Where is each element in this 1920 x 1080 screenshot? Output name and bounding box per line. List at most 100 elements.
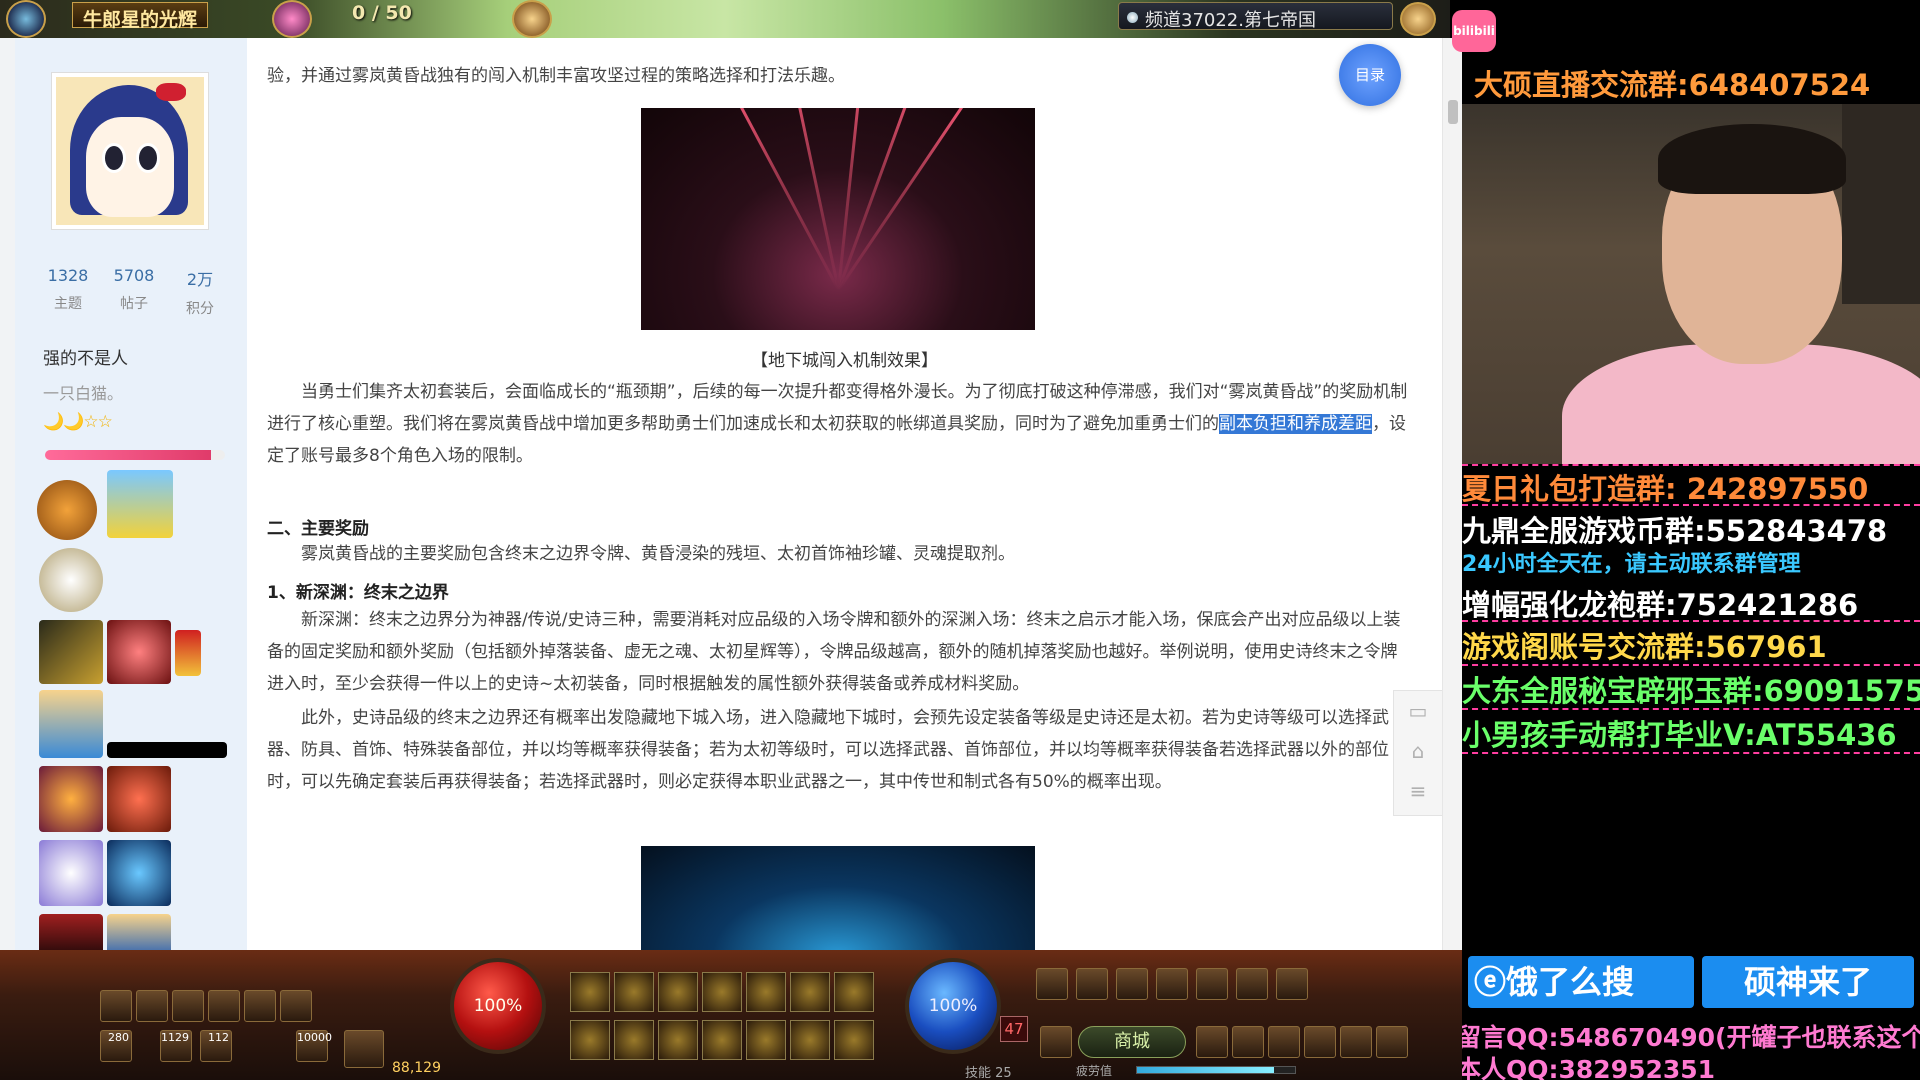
user-stats: 1328 主题 5708 帖子 2万 积分 <box>35 266 235 318</box>
skill-slot-icon[interactable] <box>790 1020 830 1060</box>
avatar[interactable] <box>51 72 209 230</box>
skill-slot-icon[interactable] <box>570 1020 610 1060</box>
character-medal-icon[interactable] <box>39 690 103 758</box>
creator-medal-icon[interactable] <box>39 548 103 612</box>
light-medal-icon[interactable] <box>39 840 103 906</box>
star-emblem-icon[interactable] <box>272 0 312 38</box>
table-of-contents-button[interactable]: 目录 <box>1339 44 1401 106</box>
list-icon[interactable]: ≡ <box>1394 771 1442 811</box>
stat-label: 主题 <box>54 296 82 312</box>
skill-slot-icon[interactable] <box>570 972 610 1012</box>
red-medal-icon[interactable] <box>39 914 103 950</box>
page-scrollbar[interactable] <box>1442 38 1462 950</box>
username[interactable]: 强的不是人 <box>43 344 128 369</box>
buff-slot-icon[interactable] <box>208 990 240 1022</box>
event-flower-icon[interactable] <box>1276 968 1308 1000</box>
buff-slot-icon[interactable] <box>100 990 132 1022</box>
17-anniversary-medal-icon[interactable] <box>107 470 173 538</box>
grid-menu-icon[interactable] <box>1196 1026 1228 1058</box>
heart-buff-icon[interactable] <box>244 990 276 1022</box>
channel-label: 频道37022.第七帝国 <box>1145 10 1316 31</box>
dungeon-icon[interactable] <box>1116 968 1148 1000</box>
skill-slot-icon[interactable] <box>658 1020 698 1060</box>
skill-slot-icon[interactable] <box>614 972 654 1012</box>
potion-slot-icon[interactable]: 280 <box>100 1030 132 1062</box>
buff-slot-icon[interactable] <box>280 990 312 1022</box>
weapon-medal-icon[interactable] <box>39 620 103 684</box>
ribbon-medal-icon[interactable] <box>175 630 201 676</box>
gear-icon[interactable] <box>1156 968 1188 1000</box>
abyss-paragraph: 新深渊：终末之边界分为神器/传说/史诗三种，需要消耗对应品级的入场令牌和额外的深… <box>267 610 1401 694</box>
stream-group-number: 大硕直播交流群:648407524 <box>1474 68 1871 102</box>
skill-slot-icon[interactable] <box>702 1020 742 1060</box>
girl-medal-icon[interactable] <box>107 620 171 684</box>
skill-slot-icon[interactable] <box>834 1020 874 1060</box>
rewards-paragraph: 雾岚黄昏战的主要奖励包含终末之边界令牌、黄昏浸染的残垣、太初首饰袖珍罐、灵魂提取… <box>267 544 1015 564</box>
scrollbar-thumb[interactable] <box>1448 100 1458 124</box>
mail-icon[interactable] <box>1076 968 1108 1000</box>
channel-indicator[interactable]: 频道37022.第七帝国 <box>1118 2 1393 31</box>
potion-slot-icon[interactable]: 1129 <box>160 1030 192 1062</box>
user-signature: 一只白猫。 <box>43 384 124 403</box>
settings-icon[interactable] <box>1376 1026 1408 1058</box>
medal-name-bar <box>107 742 227 758</box>
experience-bar-fill <box>45 450 211 460</box>
flame-medal-icon[interactable] <box>39 766 103 832</box>
inventory-icon[interactable] <box>1268 1026 1300 1058</box>
menu-icon[interactable] <box>1036 968 1068 1000</box>
fatigue-bar <box>1136 1066 1296 1074</box>
skill-slot-icon[interactable] <box>746 1020 786 1060</box>
skill-slot-icon[interactable] <box>658 972 698 1012</box>
hp-orb: 100% <box>450 958 546 1054</box>
stat-points[interactable]: 2万 积分 <box>167 266 233 318</box>
forum-page: 1328 主题 5708 帖子 2万 积分 强的不是人 一只白猫。 🌙🌙☆☆ 验… <box>0 38 1462 950</box>
skill-slot-icon[interactable] <box>746 972 786 1012</box>
monkey-medal-icon[interactable] <box>37 480 97 540</box>
skill-slot-icon[interactable] <box>790 972 830 1012</box>
section-heading-rewards: 二、主要奖励 <box>267 519 369 539</box>
item-slot-icon[interactable]: 10000 <box>296 1030 332 1062</box>
divider <box>1462 620 1920 622</box>
stat-number: 1328 <box>47 266 89 285</box>
settings-orb-icon[interactable] <box>1400 2 1436 36</box>
bell-icon[interactable] <box>1040 1026 1072 1058</box>
mall-button[interactable]: 商城 <box>1078 1026 1186 1058</box>
buff-slot-icon[interactable] <box>172 990 204 1022</box>
floating-toolbar: ▭ ⌂ ≡ <box>1393 690 1443 816</box>
guild-icon[interactable] <box>1340 1026 1372 1058</box>
skill-tree-icon[interactable] <box>1304 1026 1336 1058</box>
stat-posts[interactable]: 5708 帖子 <box>101 266 167 318</box>
stat-number: 2万 <box>186 270 214 289</box>
buff-slot-icon[interactable] <box>136 990 168 1022</box>
guild-emblem-icon[interactable] <box>6 0 46 38</box>
stat-topics[interactable]: 1328 主题 <box>35 266 101 318</box>
dungeon-intrusion-image[interactable] <box>641 108 1035 330</box>
blonde-medal-icon[interactable] <box>107 914 171 950</box>
mp-orb: 100% <box>905 958 1001 1054</box>
location-icon[interactable] <box>1236 968 1268 1000</box>
trophy-icon[interactable] <box>1196 968 1228 1000</box>
skill-slot-icon[interactable] <box>702 972 742 1012</box>
potion-slot-icon[interactable]: 112 <box>200 1030 232 1062</box>
experience-bar <box>45 450 225 460</box>
ice-medal-icon[interactable] <box>107 840 171 906</box>
event-icon[interactable] <box>512 0 552 38</box>
user-rank-moons: 🌙🌙☆☆ <box>43 412 113 432</box>
divider <box>1462 504 1920 506</box>
skill-slot-icon[interactable] <box>834 972 874 1012</box>
divider <box>1462 664 1920 666</box>
character-icon[interactable] <box>1232 1026 1264 1058</box>
abyss-image[interactable] <box>641 846 1035 950</box>
hidden-dungeon-paragraph: 此外，史诗品级的终末之边界还有概率出发隐藏地下城入场，进入隐藏地下城时，会预先设… <box>267 708 1389 792</box>
skill-slot-icon[interactable] <box>614 1020 654 1060</box>
image-caption: 【地下城闯入机制效果】 <box>751 351 938 371</box>
selected-text[interactable]: 副本负担和养成差距 <box>1219 414 1372 434</box>
minimap-icon[interactable] <box>344 1030 384 1068</box>
eleme-keyword: 硕神来了 <box>1702 956 1914 1008</box>
fatigue-label: 疲劳值 <box>1076 1064 1113 1078</box>
guild-title: 牛郎星的光辉 <box>72 2 209 31</box>
comment-icon[interactable]: ▭ <box>1394 691 1442 731</box>
fire-medal-icon[interactable] <box>107 766 171 832</box>
game-hud: 280 1129 112 10000 100% 88,129 100% 47 技… <box>0 950 1462 1080</box>
back-to-top-icon[interactable]: ⌂ <box>1394 731 1442 771</box>
